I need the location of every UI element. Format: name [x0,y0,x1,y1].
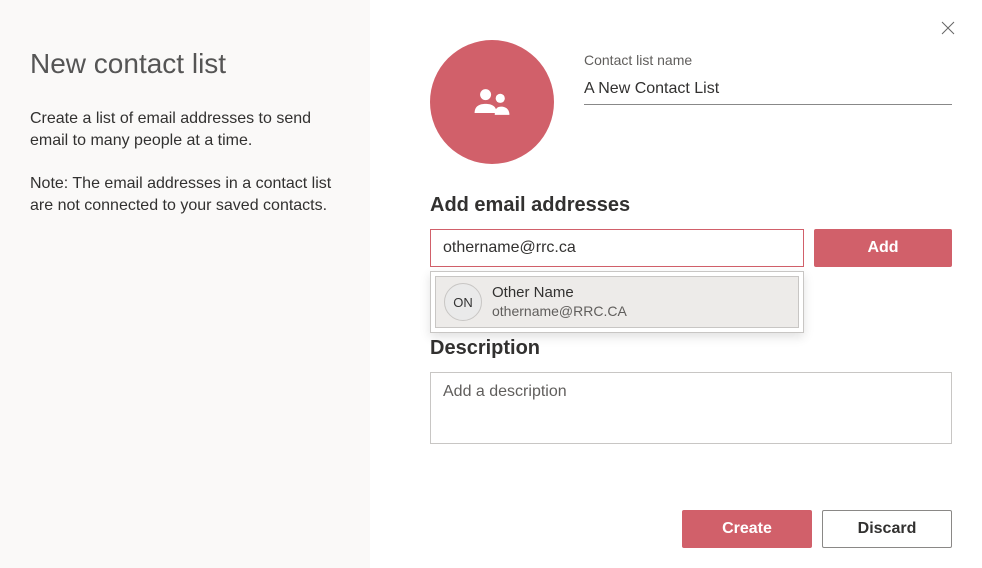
email-input[interactable] [430,229,804,267]
add-button[interactable]: Add [814,229,952,267]
discard-button[interactable]: Discard [822,510,952,548]
form-panel: Contact list name Add email addresses Ad… [370,0,982,568]
contact-list-avatar [430,40,554,164]
emails-heading: Add email addresses [430,194,952,217]
description-heading: Description [430,337,952,360]
description-textarea[interactable] [430,372,952,444]
people-icon [470,80,514,124]
contact-list-name-input[interactable] [584,76,952,105]
suggestion-item[interactable]: ON Other Name othername@RRC.CA [435,276,799,328]
create-button[interactable]: Create [682,510,812,548]
suggestion-avatar: ON [444,283,482,321]
info-sidebar: New contact list Create a list of email … [0,0,370,568]
suggestion-name: Other Name [492,284,627,303]
sidebar-paragraph-2: Note: The email addresses in a contact l… [30,173,340,218]
sidebar-paragraph-1: Create a list of email addresses to send… [30,108,340,153]
suggestion-email: othername@RRC.CA [492,303,627,321]
page-title: New contact list [30,48,340,80]
close-button[interactable] [934,14,962,42]
close-icon [941,21,955,35]
suggestion-dropdown: ON Other Name othername@RRC.CA [430,271,804,333]
name-label: Contact list name [584,52,952,68]
